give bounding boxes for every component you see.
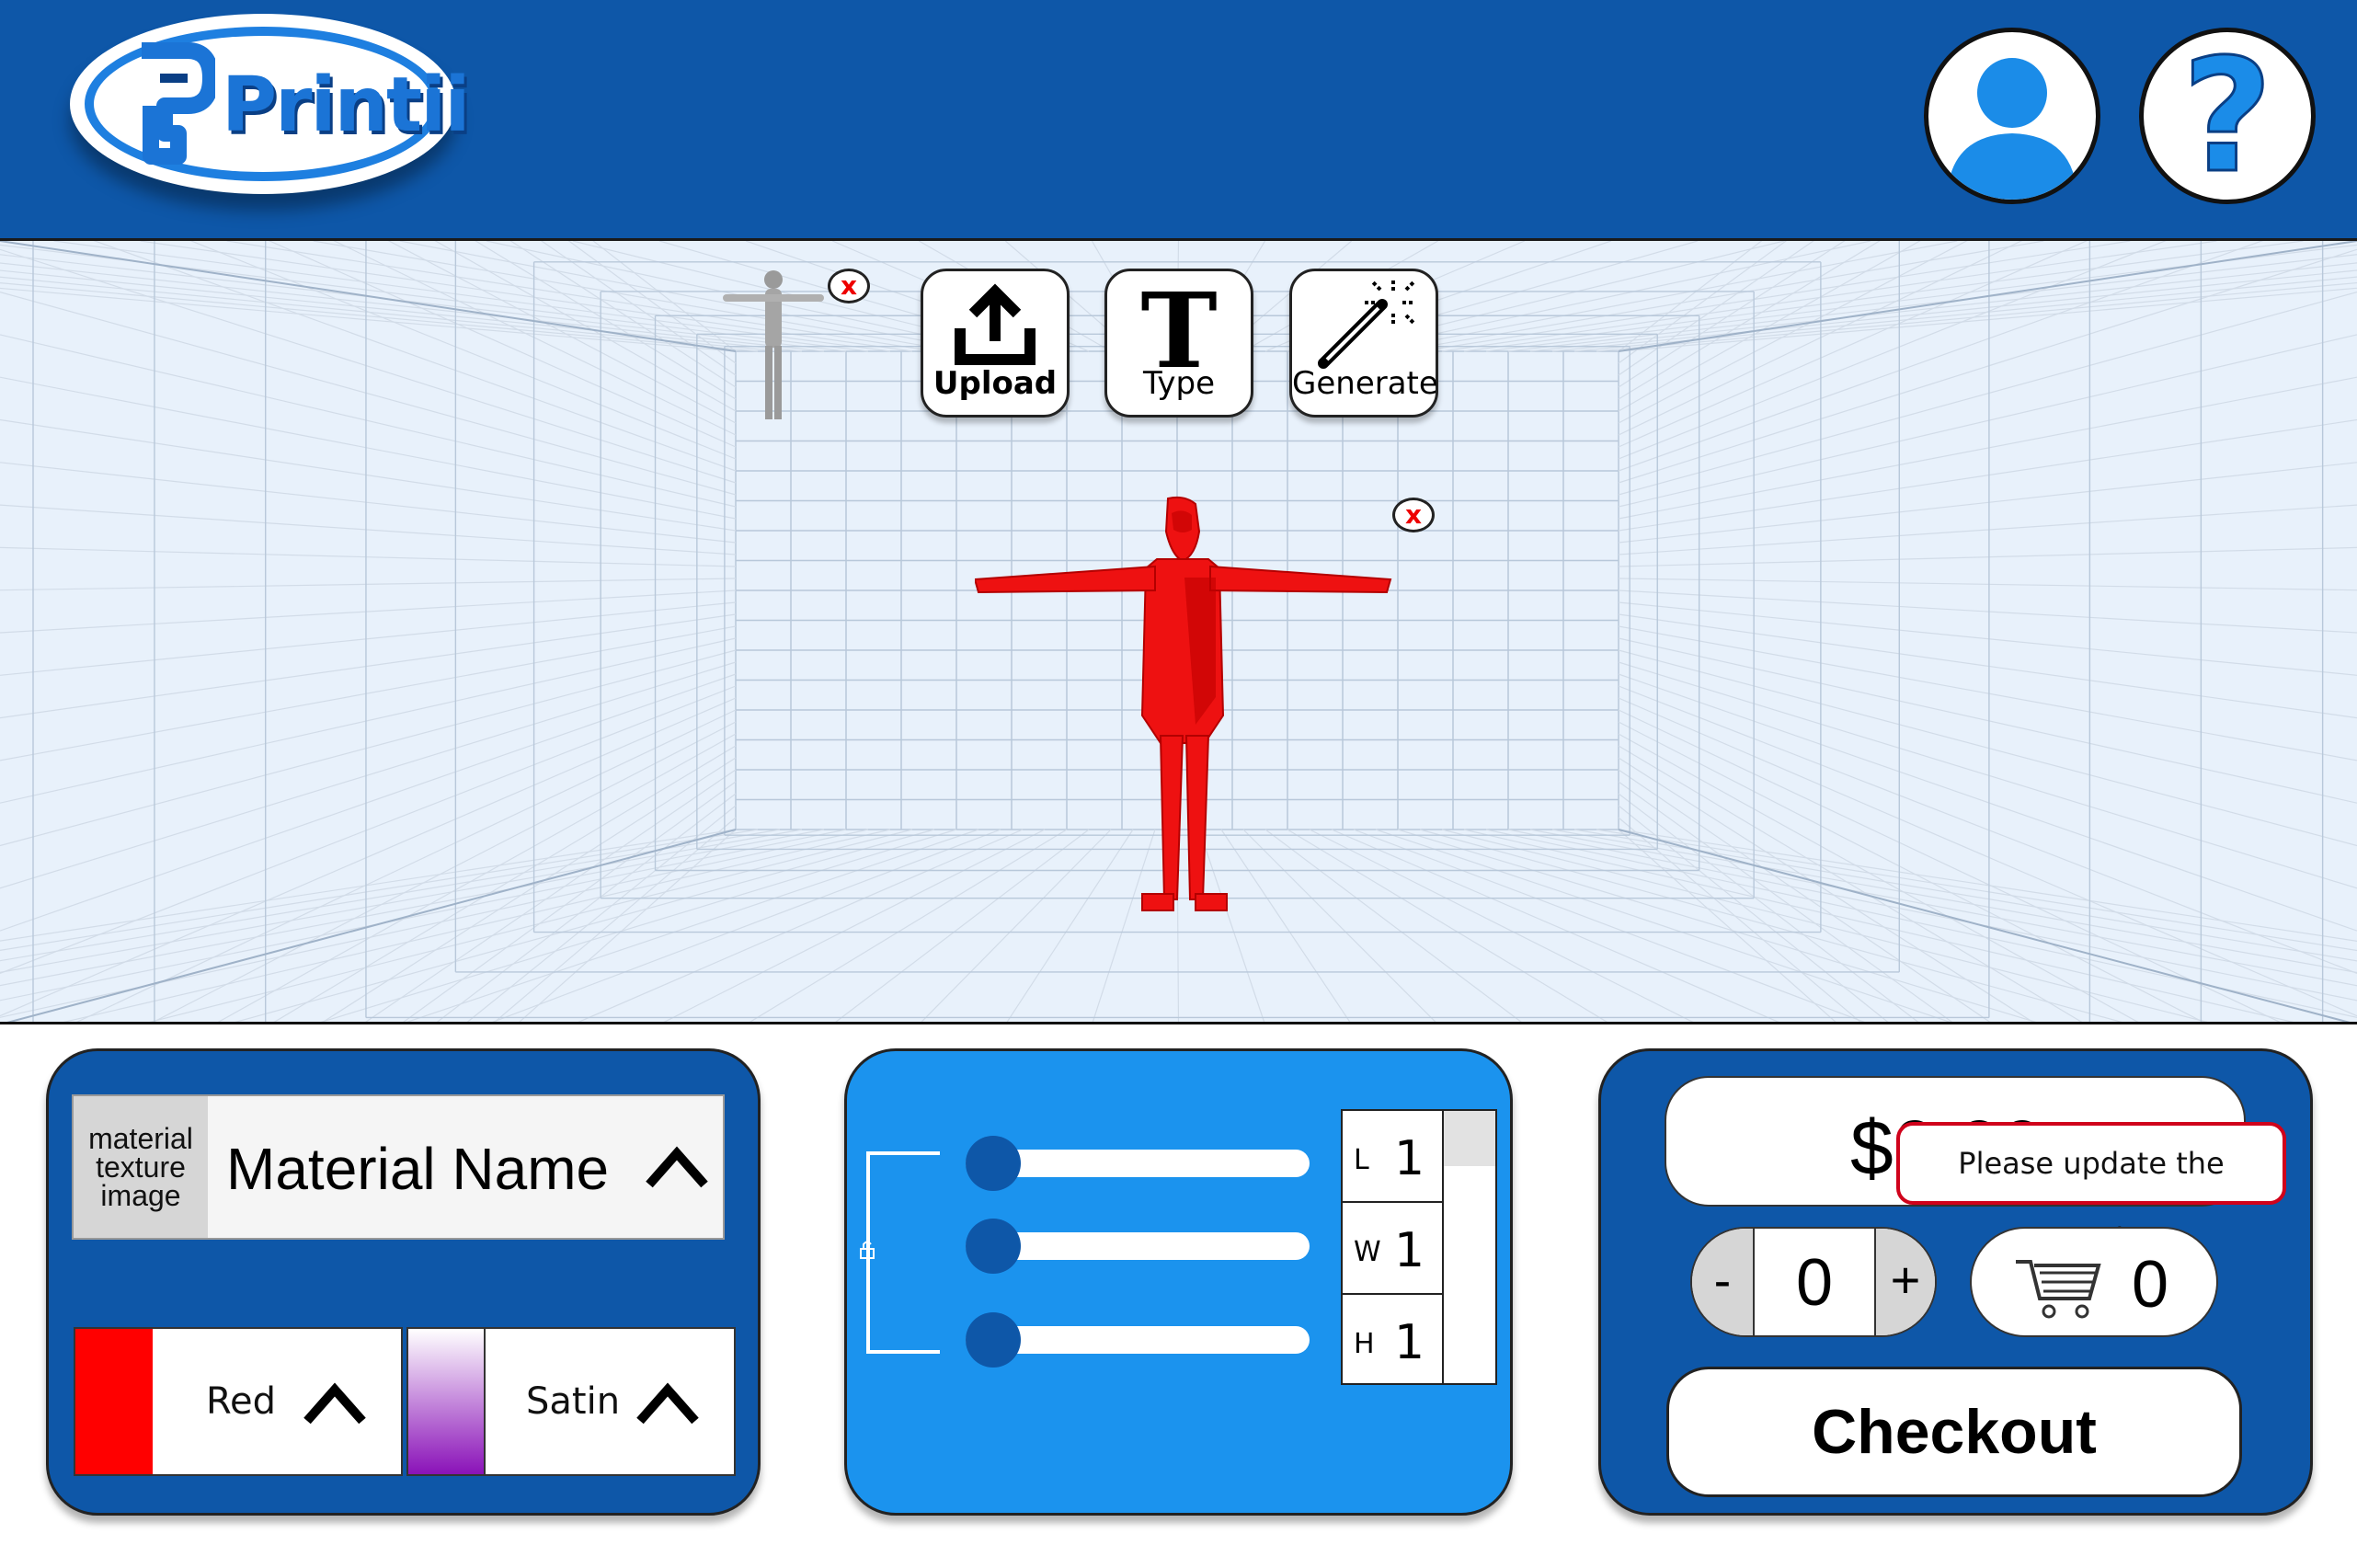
model-thumbnail[interactable]	[723, 267, 824, 421]
checkout-button[interactable]: Checkout	[1666, 1367, 2242, 1497]
shopping-cart-icon	[2016, 1260, 2101, 1319]
app-header: Printii ?	[0, 0, 2357, 241]
text-t-icon: T	[1140, 271, 1217, 372]
generate-label: Generate	[1292, 365, 1438, 402]
chevron-up-icon	[303, 1382, 366, 1425]
scrollbar-thumb[interactable]	[1444, 1111, 1495, 1166]
material-name: Material Name	[226, 1136, 610, 1202]
question-mark-icon: ?	[2180, 32, 2274, 200]
help-button[interactable]: ?	[2139, 28, 2316, 204]
chevron-up-icon	[646, 1146, 708, 1188]
length-field[interactable]: L 1	[1343, 1111, 1444, 1203]
length-slider-knob[interactable]	[966, 1136, 1021, 1191]
magic-wand-icon	[1318, 280, 1415, 369]
dimension-key: H	[1354, 1328, 1375, 1360]
dimensions-table: L 1 W 1 H 1	[1341, 1109, 1497, 1385]
material-texture-image: material texture image	[74, 1096, 208, 1238]
decrease-quantity-button[interactable]: -	[1692, 1229, 1755, 1335]
dimension-value: 1	[1394, 1223, 1425, 1278]
profile-button[interactable]	[1924, 28, 2100, 204]
finish-name: Satin	[526, 1380, 621, 1423]
cart-count: 0	[2132, 1248, 2169, 1322]
chevron-up-icon	[636, 1382, 699, 1425]
upload-icon	[955, 283, 1035, 365]
finish-swatch	[408, 1329, 486, 1474]
material-texture-placeholder: material texture image	[88, 1121, 193, 1212]
type-button[interactable]: T Type	[1104, 269, 1253, 418]
dimension-key: L	[1354, 1144, 1369, 1176]
color-swatch	[75, 1329, 153, 1474]
svg-text:T: T	[1140, 271, 1217, 372]
color-name: Red	[206, 1380, 276, 1423]
upload-label: Upload	[933, 365, 1058, 402]
3d-model[interactable]	[975, 495, 1394, 920]
dimension-key: W	[1354, 1236, 1381, 1268]
quantity-stepper: - 0 +	[1690, 1227, 1937, 1337]
increase-quantity-button[interactable]: +	[1874, 1229, 1935, 1335]
lock-icon[interactable]	[859, 1240, 877, 1262]
width-slider-knob[interactable]	[966, 1219, 1021, 1274]
logo-mark-icon	[142, 42, 215, 165]
quantity-value[interactable]: 0	[1755, 1229, 1874, 1335]
finish-dropdown[interactable]: Satin	[406, 1327, 736, 1476]
brand-name: Printii	[222, 62, 470, 149]
generate-button[interactable]: Generate	[1289, 269, 1438, 418]
dimension-value: 1	[1394, 1315, 1425, 1370]
user-icon	[1947, 58, 2077, 200]
type-label: Type	[1142, 365, 1216, 402]
width-field[interactable]: W 1	[1343, 1203, 1444, 1295]
material-dropdown[interactable]: material texture image Material Name	[72, 1094, 725, 1240]
cart-button[interactable]: 0	[1970, 1227, 2218, 1337]
remove-model-button[interactable]: x	[1392, 498, 1435, 532]
svg-text:?: ?	[2182, 32, 2273, 200]
height-field[interactable]: H 1	[1343, 1295, 1444, 1383]
printii-logo[interactable]: Printii	[70, 14, 470, 194]
remove-thumbnail-button[interactable]: x	[828, 269, 870, 303]
color-dropdown[interactable]: Red	[74, 1327, 403, 1476]
upload-button[interactable]: Upload	[921, 269, 1070, 418]
height-slider-knob[interactable]	[966, 1312, 1021, 1368]
quantity-tooltip: Please update the quantity	[1896, 1122, 2286, 1256]
dimension-value: 1	[1394, 1131, 1425, 1186]
